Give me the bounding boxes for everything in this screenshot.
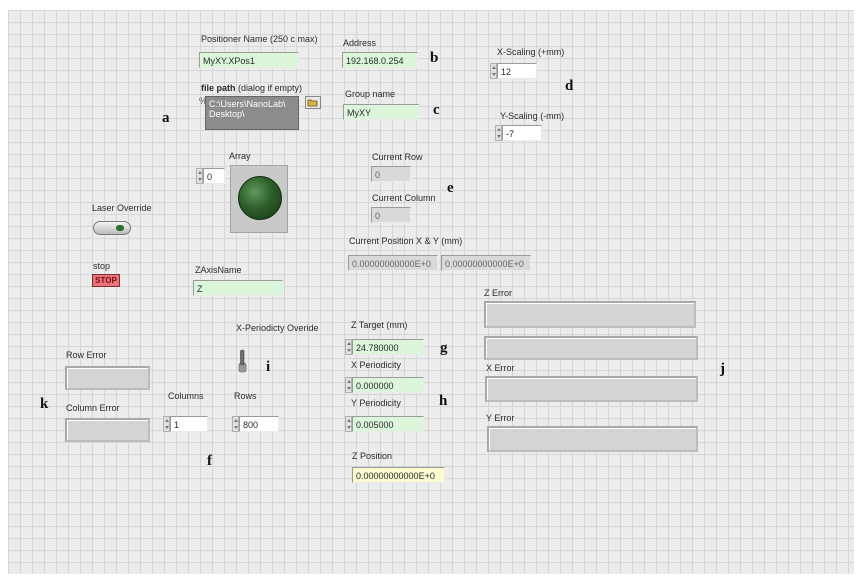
y-scaling-increment-icon[interactable] xyxy=(495,125,502,141)
file-path-line-2: Desktop\ xyxy=(209,109,245,119)
y-scaling-input[interactable]: -7 xyxy=(502,125,542,141)
row-error-cluster xyxy=(65,366,150,390)
array-index-input[interactable]: 0 xyxy=(203,168,225,184)
y-periodicity-input[interactable]: 0.005000 xyxy=(352,416,424,432)
positioner-name-label: Positioner Name (250 c max) xyxy=(201,34,318,44)
columns-label: Columns xyxy=(168,391,204,401)
x-error-cluster xyxy=(485,376,698,402)
positioner-name-input[interactable]: MyXY.XPos1 xyxy=(199,52,299,68)
x-error-label: X Error xyxy=(486,363,515,373)
file-path-input[interactable]: C:\Users\NanoLab\ Desktop\ xyxy=(205,96,299,130)
address-label: Address xyxy=(343,38,377,48)
rows-label: Rows xyxy=(234,391,257,401)
label-letter-a: a xyxy=(162,110,170,126)
x-scaling-input[interactable]: 12 xyxy=(497,63,537,79)
status-led xyxy=(238,176,282,220)
label-letter-d: d xyxy=(565,78,574,94)
stop-label: stop xyxy=(93,261,111,271)
array-index-increment-icon[interactable] xyxy=(196,168,203,184)
z-target-increment-icon[interactable] xyxy=(345,339,352,355)
stop-button[interactable]: STOP xyxy=(92,274,120,287)
group-name-input[interactable]: MyXY xyxy=(343,104,419,120)
label-letter-j: j xyxy=(720,361,725,377)
column-error-cluster xyxy=(65,418,150,442)
label-letter-f: f xyxy=(207,453,212,469)
browse-folder-icon[interactable] xyxy=(305,96,321,109)
front-panel xyxy=(8,10,854,574)
file-path-label: file path (dialog if empty) xyxy=(201,83,302,93)
file-path-label-rest: (dialog if empty) xyxy=(235,83,303,93)
x-scaling-increment-icon[interactable] xyxy=(490,63,497,79)
columns-increment-icon[interactable] xyxy=(163,416,170,432)
current-row-label: Current Row xyxy=(372,152,423,162)
y-error-cluster xyxy=(487,426,698,452)
array-label: Array xyxy=(229,151,251,161)
current-column-indicator: 0 xyxy=(371,207,411,223)
y-periodicity-label: Y Periodicity xyxy=(351,398,401,408)
y-scaling-label: Y-Scaling (-mm) xyxy=(500,111,565,121)
file-path-line-1: C:\Users\NanoLab\ xyxy=(209,99,286,109)
x-periodicity-label: X Periodicity xyxy=(351,360,402,370)
group-name-label: Group name xyxy=(345,89,396,99)
z-error-cluster xyxy=(484,301,696,328)
laser-override-label: Laser Override xyxy=(92,203,152,213)
current-position-x-indicator: 0.00000000000E+0 xyxy=(348,255,438,271)
toggle-indicator-icon xyxy=(116,225,124,231)
label-letter-h: h xyxy=(439,393,448,409)
current-row-indicator: 0 xyxy=(371,166,411,182)
row-error-label: Row Error xyxy=(66,350,107,360)
laser-override-toggle[interactable] xyxy=(93,221,131,235)
label-letter-b: b xyxy=(430,50,439,66)
z-error-label: Z Error xyxy=(484,288,512,298)
z-target-input[interactable]: 24.780000 xyxy=(352,339,424,355)
rows-increment-icon[interactable] xyxy=(232,416,239,432)
current-column-label: Current Column xyxy=(372,193,436,203)
x-periodicity-increment-icon[interactable] xyxy=(345,377,352,393)
label-letter-g: g xyxy=(440,340,448,356)
x-periodicity-input[interactable]: 0.000000 xyxy=(352,377,424,393)
z-error-cluster-secondary xyxy=(484,336,698,360)
z-target-label: Z Target (mm) xyxy=(351,320,408,330)
label-letter-k: k xyxy=(40,396,49,412)
current-position-y-indicator: 0.00000000000E+0 xyxy=(441,255,531,271)
columns-input[interactable]: 1 xyxy=(170,416,208,432)
label-letter-c: c xyxy=(433,102,440,118)
z-axis-name-input[interactable]: Z xyxy=(193,280,283,296)
z-axis-name-label: ZAxisName xyxy=(195,265,242,275)
label-letter-i: i xyxy=(266,359,271,375)
x-periodicity-override-label: X-Periodicty Overide xyxy=(236,323,319,333)
y-error-label: Y Error xyxy=(486,413,515,423)
label-letter-e: e xyxy=(447,180,454,196)
z-position-label: Z Position xyxy=(352,451,393,461)
rows-input[interactable]: 800 xyxy=(239,416,279,432)
z-position-indicator: 0.00000000000E+0 xyxy=(352,467,445,483)
array-frame xyxy=(230,165,288,233)
file-path-label-bold: file path xyxy=(201,83,236,93)
current-position-label: Current Position X & Y (mm) xyxy=(349,236,463,246)
address-input[interactable]: 192.168.0.254 xyxy=(342,52,418,68)
column-error-label: Column Error xyxy=(66,403,120,413)
x-periodicity-override-switch[interactable] xyxy=(237,349,247,373)
x-scaling-label: X-Scaling (+mm) xyxy=(497,47,565,57)
y-periodicity-increment-icon[interactable] xyxy=(345,416,352,432)
